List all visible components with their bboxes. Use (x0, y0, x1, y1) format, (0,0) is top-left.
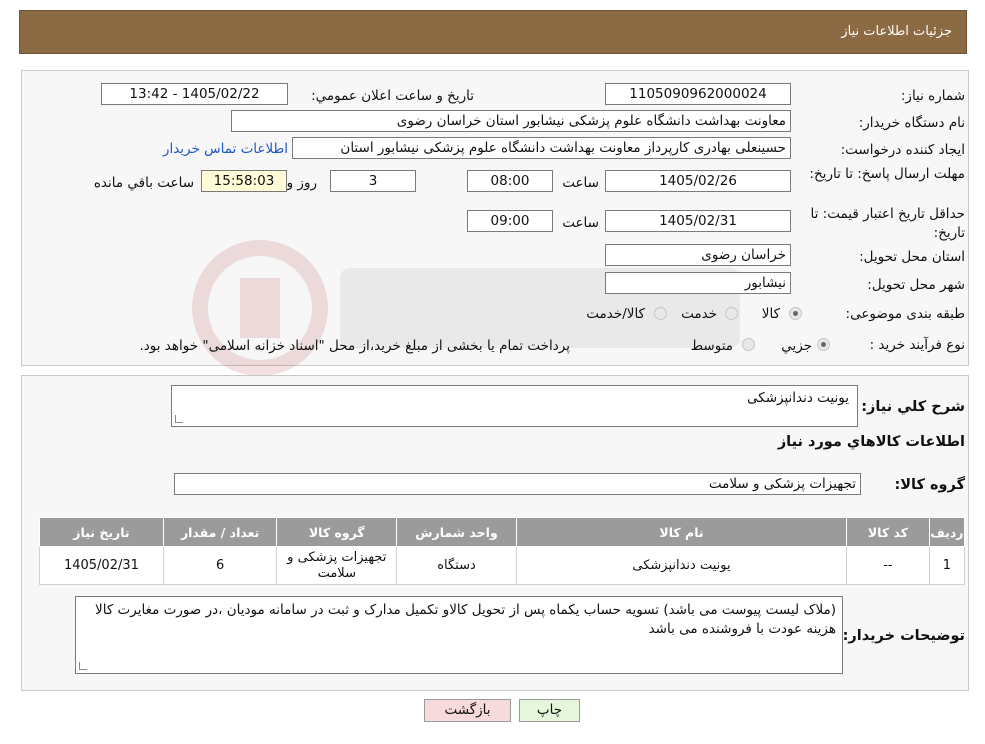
cell-goods-name: یونیت دندانپزشکی (515, 546, 848, 585)
cell-quantity: 6 (162, 546, 278, 585)
validity-label: حداقل تاریخ اعتبار قیمت: تا تاریخ: (795, 205, 965, 243)
process-option-partial: جزيي (781, 338, 812, 354)
back-button[interactable]: بازگشت (424, 699, 511, 722)
cell-row-number: 1 (928, 546, 966, 585)
need-number-field: 1105090962000024 (605, 83, 791, 105)
header-row-number: رديف (928, 517, 966, 547)
header-goods-code: کد کالا (846, 517, 930, 547)
validity-time-label: ساعت (562, 215, 599, 231)
city-label: شهر محل تحويل: (867, 277, 965, 293)
process-note: پرداخت تمام يا بخشی از مبلغ خريد،از محل … (139, 338, 570, 354)
buyer-notes-text: (ملاک لیست پیوست می باشد) تسویه حساب یکم… (95, 602, 836, 637)
days-remaining-field: 3 (330, 170, 416, 192)
resize-grip-icon[interactable] (79, 662, 87, 670)
goods-group-label: گروه کالا: (894, 477, 965, 493)
header-goods-group: گروه کالا (276, 517, 398, 547)
requester-field: حسینعلی بهادری کارپرداز معاونت بهداشت دا… (292, 137, 791, 159)
header-goods-name: نام کالا (515, 517, 848, 547)
validity-label-text: حداقل تاریخ اعتبار قیمت: تا تاریخ: (810, 206, 965, 241)
header-need-date: تاريخ نياز (39, 517, 164, 547)
buyer-notes-label: توضيحات خريدار: (842, 628, 965, 644)
process-radio-partial[interactable] (817, 338, 830, 351)
table-row: 1 -- یونیت دندانپزشکی دستگاه تجهیزات پزش… (39, 546, 966, 585)
validity-time-field: 09:00 (467, 210, 553, 232)
category-radio-goods[interactable] (789, 307, 802, 320)
deadline-time-field: 08:00 (467, 170, 553, 192)
category-label: طبقه بندی موضوعی: (845, 306, 965, 322)
cell-unit: دستگاه (396, 546, 517, 585)
buyer-contact-link[interactable]: اطلاعات تماس خريدار (163, 141, 288, 157)
announce-label: تاریخ و ساعت اعلان عمومي: (311, 88, 474, 104)
deadline-label-text: مهلت ارسال پاسخ: تا تاریخ: (809, 166, 965, 182)
process-option-medium: متوسط (690, 338, 733, 354)
deadline-date-field: 1405/02/26 (605, 170, 791, 192)
cell-need-date: 1405/02/31 (39, 546, 164, 585)
buyer-org-label: نام دستگاه خريدار: (858, 115, 965, 131)
cell-goods-group: تجهیزات پزشکی و سلامت (276, 546, 398, 585)
validity-date-field: 1405/02/31 (605, 210, 791, 232)
buyer-notes-textarea[interactable]: (ملاک لیست پیوست می باشد) تسویه حساب یکم… (75, 596, 843, 674)
page-header: جزئیات اطلاعات نیاز (19, 10, 967, 54)
goods-table-header-row: رديف کد کالا نام کالا واحد شمارش گروه کا… (39, 517, 966, 547)
general-desc-textarea[interactable]: یونیت دندانپزشکی (171, 385, 858, 427)
category-option-service: خدمت (681, 306, 717, 322)
need-number-label: شماره نیاز: (900, 88, 965, 104)
goods-table: رديف کد کالا نام کالا واحد شمارش گروه کا… (39, 517, 966, 585)
goods-group-field: تجهیزات پزشکی و سلامت (174, 473, 861, 495)
cell-goods-code: -- (846, 546, 930, 585)
days-label: روز و (286, 175, 317, 191)
resize-grip-icon[interactable] (175, 415, 183, 423)
deadline-label: مهلت ارسال پاسخ: تا تاریخ: (805, 165, 965, 184)
category-radio-service[interactable] (725, 307, 738, 320)
goods-info-title: اطلاعات کالاهاي مورد نياز (777, 434, 965, 450)
announce-datetime-field: 1405/02/22 - 13:42 (101, 83, 288, 105)
province-label: استان محل تحويل: (859, 249, 965, 265)
city-field: نیشابور (605, 272, 791, 294)
category-option-goods: کالا (761, 306, 780, 322)
buyer-org-field: معاونت بهداشت دانشگاه علوم پزشکی نیشابور… (231, 110, 791, 132)
general-desc-label: شرح کلي نياز: (861, 399, 965, 415)
remaining-time-field: 15:58:03 (201, 170, 287, 192)
page-title: جزئیات اطلاعات نیاز (841, 24, 952, 39)
province-field: خراسان رضوی (605, 244, 791, 266)
deadline-time-label: ساعت (562, 175, 599, 191)
category-radio-goods-service[interactable] (654, 307, 667, 320)
header-unit: واحد شمارش (396, 517, 517, 547)
general-desc-text: یونیت دندانپزشکی (746, 390, 849, 406)
remaining-time-label: ساعت باقي مانده (93, 175, 194, 191)
requester-label: ايجاد کننده درخواست: (840, 142, 965, 158)
process-label: نوع فرآيند خريد : (869, 337, 965, 353)
category-option-goods-service: کالا/خدمت (586, 306, 645, 322)
process-radio-medium[interactable] (742, 338, 755, 351)
print-button[interactable]: چاپ (519, 699, 580, 722)
header-quantity: تعداد / مقدار (162, 517, 278, 547)
